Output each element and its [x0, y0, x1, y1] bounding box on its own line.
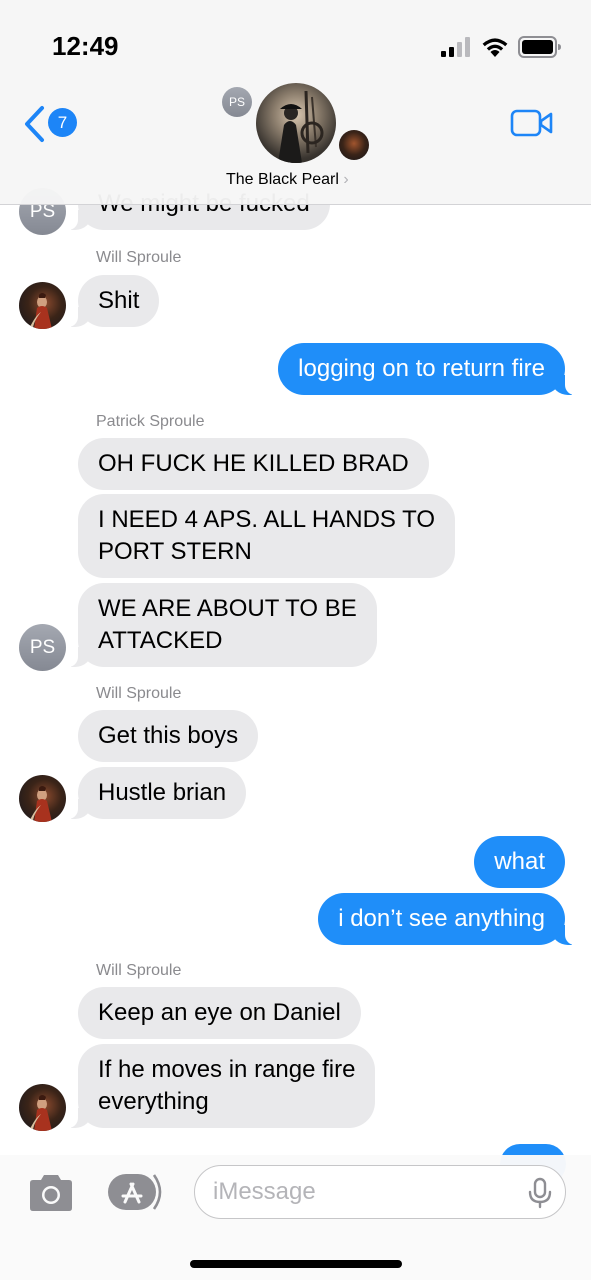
message-bubble[interactable]: logging on to return fire — [278, 343, 575, 395]
avatar[interactable] — [19, 775, 66, 822]
avatar[interactable]: PS — [19, 624, 66, 671]
group-name[interactable]: The Black Pearl › — [226, 171, 349, 189]
video-camera-icon[interactable] — [510, 106, 554, 140]
signal-icon — [441, 37, 470, 57]
app-store-button[interactable] — [108, 1171, 168, 1213]
message-bubble[interactable]: Shit — [67, 275, 160, 327]
group-photo-icon — [278, 90, 324, 163]
group-member-avatar[interactable]: PS — [222, 87, 252, 117]
message-bubble[interactable]: I NEED 4 APS. ALL HANDS TO PORT STERN — [78, 494, 456, 578]
unread-badge[interactable]: 7 — [48, 108, 77, 137]
avatar[interactable] — [19, 1084, 66, 1131]
message-line: WE ARE ABOUT TO BE — [98, 595, 357, 622]
message-bubble[interactable]: what — [474, 836, 565, 888]
wifi-icon — [482, 38, 508, 57]
message-line: I NEED 4 APS. ALL HANDS TO — [98, 506, 436, 533]
message-bubble[interactable]: Hustle brian — [67, 767, 247, 819]
message-bubble[interactable]: If he moves in range fire everything — [67, 1044, 376, 1128]
avatar[interactable] — [19, 282, 66, 329]
message-input-field[interactable] — [194, 1165, 566, 1219]
sender-name: Patrick Sproule — [96, 413, 205, 430]
battery-icon — [518, 36, 561, 58]
message-line: ATTACKED — [98, 627, 223, 654]
compose-bar — [0, 1155, 591, 1280]
microphone-icon[interactable] — [525, 1177, 555, 1209]
group-member-avatar[interactable] — [339, 130, 369, 160]
status-time: 12:49 — [52, 31, 119, 61]
message-bubble[interactable]: i don’t see anything — [318, 893, 575, 945]
message-line: everything — [98, 1088, 209, 1115]
app-store-icon — [108, 1174, 162, 1210]
message-line: If he moves in range fire — [98, 1056, 356, 1083]
conversation-header: 12:49 7 PS The Black Pearl › — [0, 0, 591, 205]
message-bubble[interactable]: Get this boys — [78, 710, 259, 762]
message-bubble[interactable]: Keep an eye on Daniel — [78, 987, 361, 1039]
chevron-right-icon: › — [343, 171, 349, 188]
avatar-photo-icon — [29, 786, 52, 822]
message-line: PORT STERN — [98, 538, 252, 565]
sender-name: Will Sproule — [96, 685, 182, 702]
sender-name: Will Sproule — [96, 962, 182, 979]
avatar-photo-icon — [29, 1095, 52, 1131]
message-input[interactable] — [213, 1166, 513, 1218]
chevron-left-icon — [25, 106, 44, 142]
group-avatar[interactable] — [256, 83, 336, 163]
home-indicator[interactable] — [190, 1260, 402, 1268]
message-bubble[interactable]: WE ARE ABOUT TO BE ATTACKED — [68, 583, 377, 667]
sender-name: Will Sproule — [96, 249, 182, 266]
group-name-label: The Black Pearl — [226, 171, 339, 188]
avatar-photo-icon — [29, 293, 52, 329]
message-bubble[interactable]: OH FUCK HE KILLED BRAD — [78, 438, 429, 490]
camera-icon[interactable] — [26, 1173, 76, 1213]
